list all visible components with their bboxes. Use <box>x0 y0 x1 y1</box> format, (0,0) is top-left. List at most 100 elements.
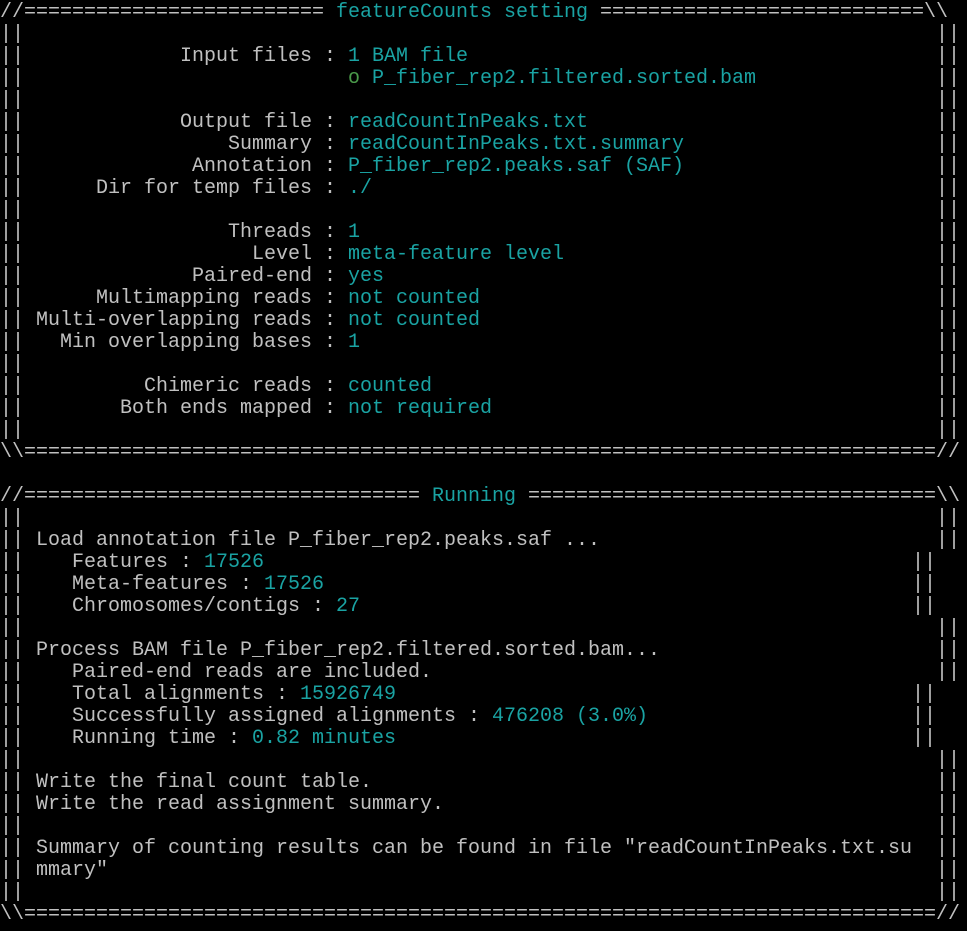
terminal-text: || || <box>0 507 960 530</box>
terminal-value: yes <box>348 265 384 288</box>
terminal-text: || Successfully assigned alignments : <box>0 705 492 728</box>
terminal-line: || Output file : readCountInPeaks.txt || <box>0 112 967 134</box>
terminal-text: || <box>492 397 960 420</box>
terminal-text: || Threads : <box>0 221 348 244</box>
terminal-value: 15926749 <box>300 683 396 706</box>
terminal-line: || Running time : 0.82 minutes || <box>0 728 967 750</box>
terminal-value: not counted <box>348 309 480 332</box>
terminal-line: || || <box>0 750 967 772</box>
terminal-line: || Features : 17526 || <box>0 552 967 574</box>
terminal-text: || <box>684 133 960 156</box>
terminal-text: || Meta-features : <box>0 573 264 596</box>
terminal-text: //========================= <box>0 1 336 24</box>
terminal-line: || Summary : readCountInPeaks.txt.summar… <box>0 134 967 156</box>
terminal-text: || <box>480 287 960 310</box>
terminal-text: || <box>264 551 936 574</box>
terminal-line: || o P_fiber_rep2.filtered.sorted.bam || <box>0 68 967 90</box>
terminal-line: || Paired-end reads are included. || <box>0 662 967 684</box>
bullet-marker: o <box>348 67 360 90</box>
terminal-line: || || <box>0 420 967 442</box>
terminal-text: ==================================\\ <box>516 485 960 508</box>
terminal-line: || Meta-features : 17526 || <box>0 574 967 596</box>
terminal-text: || Running time : <box>0 727 252 750</box>
terminal-text: ===========================\\ <box>588 1 948 24</box>
terminal-text: \\======================================… <box>0 441 960 464</box>
terminal-line: || || <box>0 200 967 222</box>
terminal-line: || Process BAM file P_fiber_rep2.filtere… <box>0 640 967 662</box>
terminal-line: //================================= Runn… <box>0 486 967 508</box>
terminal-text: || <box>588 111 960 134</box>
terminal-value: 1 <box>348 221 360 244</box>
terminal-value: P_fiber_rep2.peaks.saf (SAF) <box>348 155 684 178</box>
terminal-line: || || <box>0 816 967 838</box>
terminal-text: || Chromosomes/contigs : <box>0 595 336 618</box>
terminal-text: || Output file : <box>0 111 348 134</box>
terminal-line: || Write the read assignment summary. || <box>0 794 967 816</box>
terminal-text: || Summary : <box>0 133 348 156</box>
terminal-text: || Paired-end reads are included. || <box>0 661 960 684</box>
terminal-text: || || <box>0 353 960 376</box>
terminal-line: //========================= featureCount… <box>0 2 967 24</box>
terminal-value: 17526 <box>204 551 264 574</box>
terminal-line: || Threads : 1 || <box>0 222 967 244</box>
terminal-text: || <box>684 155 960 178</box>
terminal-text: || Input files : <box>0 45 348 68</box>
terminal-line: || || <box>0 882 967 904</box>
terminal-line: || Multimapping reads : not counted || <box>0 288 967 310</box>
terminal-text: || <box>0 67 348 90</box>
terminal-value: readCountInPeaks.txt.summary <box>348 133 684 156</box>
terminal-line: || Input files : 1 BAM file || <box>0 46 967 68</box>
terminal-value: 0.82 minutes <box>252 727 396 750</box>
terminal-text: || Process BAM file P_fiber_rep2.filtere… <box>0 639 960 662</box>
terminal-value: Running <box>432 485 516 508</box>
terminal-text: || <box>564 243 960 266</box>
terminal-text: || <box>360 331 960 354</box>
terminal-text: || <box>648 705 936 728</box>
terminal-text: || || <box>0 23 960 46</box>
terminal-value: 27 <box>336 595 360 618</box>
terminal-text: || Summary of counting results can be fo… <box>0 837 960 860</box>
terminal-text: || || <box>0 815 960 838</box>
terminal-text: || <box>384 265 960 288</box>
terminal-line: || Write the final count table. || <box>0 772 967 794</box>
terminal-line: || || <box>0 24 967 46</box>
terminal-text: || || <box>0 881 960 904</box>
terminal-line: || Total alignments : 15926749 || <box>0 684 967 706</box>
terminal-value: 1 <box>348 331 360 354</box>
terminal-text: || <box>360 221 960 244</box>
terminal-text: || || <box>0 419 960 442</box>
terminal-line: || Paired-end : yes || <box>0 266 967 288</box>
terminal-value: counted <box>348 375 432 398</box>
terminal-value: not counted <box>348 287 480 310</box>
terminal-line: \\======================================… <box>0 904 967 926</box>
terminal-line: || Chimeric reads : counted || <box>0 376 967 398</box>
terminal-text: || Level : <box>0 243 348 266</box>
terminal-line: || || <box>0 90 967 112</box>
terminal-text: || || <box>0 749 960 772</box>
terminal-line: || mmary" || <box>0 860 967 882</box>
terminal-text: \\======================================… <box>0 903 960 926</box>
terminal-value: P_fiber_rep2.filtered.sorted.bam <box>372 67 756 90</box>
terminal-value: featureCounts setting <box>336 1 588 24</box>
terminal-value: not required <box>348 397 492 420</box>
terminal-text: || mmary" || <box>0 859 960 882</box>
terminal-text: || <box>372 177 960 200</box>
terminal-text: || || <box>0 617 960 640</box>
terminal-text: || <box>432 375 960 398</box>
terminal-line: || Chromosomes/contigs : 27 || <box>0 596 967 618</box>
terminal-window: //========================= featureCount… <box>0 0 967 931</box>
terminal-text: || Total alignments : <box>0 683 300 706</box>
terminal-line: || Annotation : P_fiber_rep2.peaks.saf (… <box>0 156 967 178</box>
terminal-text: || || <box>0 89 960 112</box>
terminal-text: || <box>480 309 960 332</box>
terminal-line: || || <box>0 354 967 376</box>
terminal-value: ./ <box>348 177 372 200</box>
terminal-value: meta-feature level <box>348 243 564 266</box>
terminal-text: || || <box>0 199 960 222</box>
terminal-value: 1 BAM file <box>348 45 468 68</box>
terminal-line: || Load annotation file P_fiber_rep2.pea… <box>0 530 967 552</box>
terminal-value: readCountInPeaks.txt <box>348 111 588 134</box>
terminal-text: //================================= <box>0 485 432 508</box>
terminal-text: || Write the read assignment summary. || <box>0 793 960 816</box>
